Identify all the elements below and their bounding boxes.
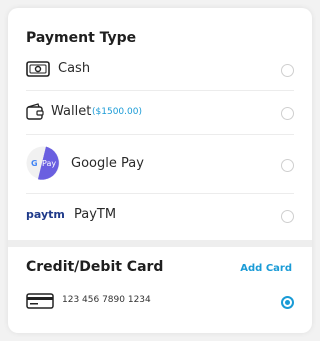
paytm-radio[interactable] [281,210,294,223]
credit-debit-title: Credit/Debit Card [26,259,164,275]
cash-label: Cash [58,61,91,76]
google-pay-icon-text: Pay [42,159,56,168]
credit-card-icon [26,293,54,313]
payment-type-title: Payment Type [26,30,137,46]
card-radio-selected[interactable] [281,296,294,309]
add-card-link[interactable]: Add Card [240,263,292,274]
wallet-radio[interactable] [281,107,294,120]
google-pay-icon: G Pay [26,146,60,184]
divider [26,134,294,135]
paytm-label: PayTM [74,207,117,222]
payment-option-paytm[interactable]: paytm PayTM [8,204,312,234]
saved-card-row[interactable]: 123 456 7890 1234 [8,291,312,315]
wallet-balance: ($1500.00) [92,107,142,117]
card-number: 123 456 7890 1234 [62,295,151,305]
wallet-label: Wallet [51,104,92,119]
payment-panel: Payment Type Cash Wallet ($1500.00) G Pa… [8,8,312,333]
cash-radio[interactable] [281,64,294,77]
payment-option-google-pay[interactable]: G Pay Google Pay [8,146,312,192]
paytm-logo-text: paytm [26,208,65,221]
google-pay-label: Google Pay [71,156,144,171]
divider [26,193,294,194]
wallet-icon [26,103,44,124]
divider [26,90,294,91]
payment-option-cash[interactable]: Cash [8,58,312,94]
section-separator [8,240,312,247]
svg-text:G: G [31,159,38,168]
google-pay-radio[interactable] [281,159,294,172]
paytm-logo: paytm [26,206,68,225]
cash-icon [26,61,50,81]
